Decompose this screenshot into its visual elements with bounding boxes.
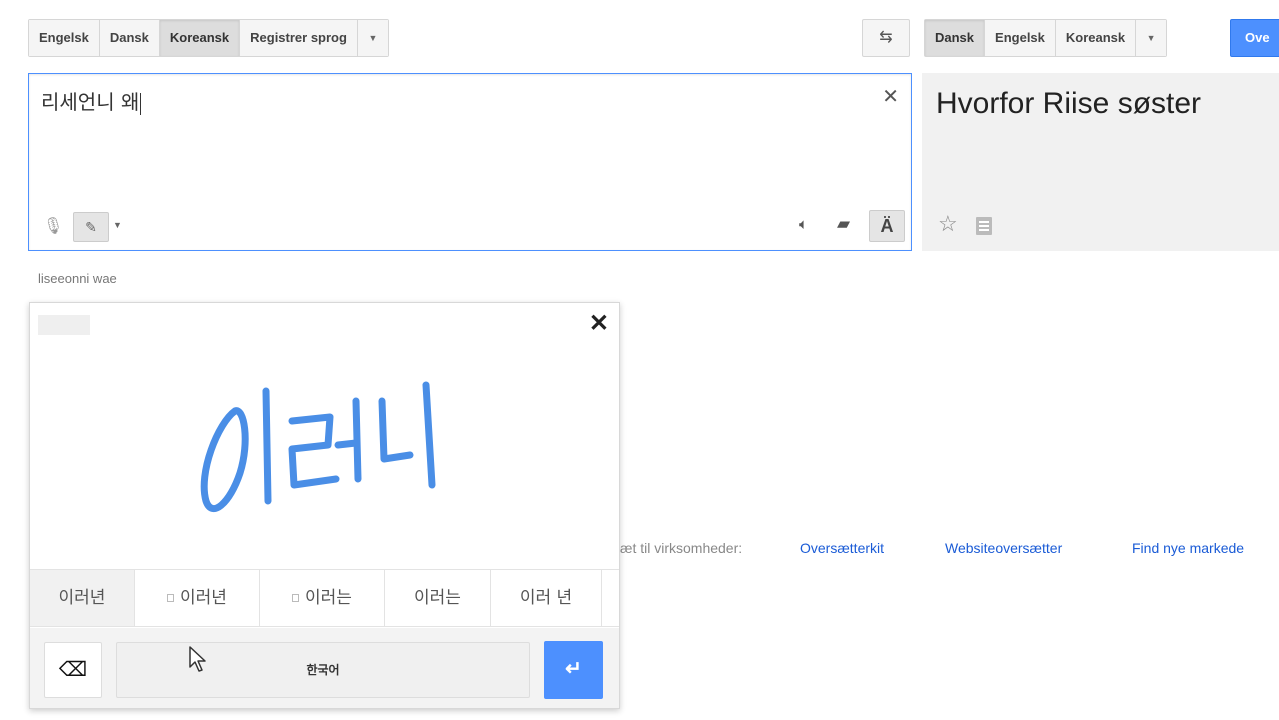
source-input-box[interactable]: 리세언니 왜 ✕ 🎙︎ ✎ ▼ 🔈︎ ▰ Ä	[28, 73, 912, 251]
target-language-bar: Dansk Engelsk Koreansk ▼	[924, 19, 1168, 57]
source-text[interactable]: 리세언니 왜	[41, 86, 141, 115]
handwriting-strokes	[200, 381, 436, 512]
candidate-1[interactable]: 이러년	[30, 570, 135, 626]
space-button[interactable]: 한국어	[116, 642, 530, 698]
drag-handle[interactable]	[38, 315, 90, 335]
candidate-bar: 이러년 이러년 이러는 이러는 이러 년	[30, 569, 619, 627]
source-lang-dropdown[interactable]: ▼	[357, 20, 388, 56]
candidate-5[interactable]: 이러 년	[491, 570, 602, 626]
candidate-2-label: 이러년	[180, 588, 227, 608]
candidate-4[interactable]: 이러는	[385, 570, 491, 626]
target-lang-dansk[interactable]: Dansk	[925, 20, 986, 56]
translate-button[interactable]: Ove	[1230, 19, 1279, 57]
source-language-bar: Engelsk Dansk Koreansk Registrer sprog ▼	[28, 19, 389, 57]
chevron-down-icon[interactable]: ▼	[113, 220, 122, 230]
link-websiteoversaetter[interactable]: Websiteoversætter	[945, 540, 1062, 556]
link-find-markeder[interactable]: Find nye markede	[1132, 540, 1244, 556]
target-lang-koreansk[interactable]: Koreansk	[1055, 20, 1137, 56]
result-text: Hvorfor Riise søster	[936, 87, 1202, 120]
close-icon[interactable]: ✕	[882, 84, 899, 109]
swap-languages-icon: ⇆	[879, 29, 893, 46]
transliteration: liseeonni wae	[38, 271, 117, 286]
chevron-down-icon: ▼	[368, 33, 378, 43]
box-icon	[292, 594, 300, 602]
source-lang-detect[interactable]: Registrer sprog	[240, 20, 358, 56]
comment-icon[interactable]: ▰	[837, 214, 850, 234]
candidate-3[interactable]: 이러는	[260, 570, 385, 626]
candidate-3-label: 이러는	[305, 588, 352, 608]
microphone-icon[interactable]: 🎙︎	[43, 216, 63, 236]
backspace-button[interactable]: ⌫	[44, 642, 102, 698]
backspace-icon: ⌫	[58, 659, 88, 681]
result-box: Hvorfor Riise søster ☆	[922, 73, 1279, 251]
swap-languages-button[interactable]: ⇆	[862, 19, 910, 57]
target-lang-dropdown[interactable]: ▼	[1136, 20, 1167, 56]
pencil-icon[interactable]: ✎	[73, 212, 109, 242]
source-lang-koreansk[interactable]: Koreansk	[159, 20, 241, 56]
business-links-prefix: æt til virksomheder:	[620, 540, 743, 556]
handwriting-panel: ✕ 이러년 이러년 이러는 이러는 이러 년 ⌫ 한국어 ↵	[29, 302, 620, 709]
keyboard-icon[interactable]: Ä	[869, 210, 905, 242]
enter-icon: ↵	[565, 658, 582, 680]
chevron-down-icon: ▼	[1146, 33, 1156, 43]
enter-button[interactable]: ↵	[544, 641, 603, 699]
candidate-2[interactable]: 이러년	[135, 570, 260, 626]
handwriting-canvas[interactable]	[30, 343, 620, 568]
star-icon[interactable]: ☆	[938, 211, 958, 237]
handwriting-controls: ⌫ 한국어 ↵	[30, 628, 619, 708]
document-icon[interactable]	[976, 217, 992, 235]
source-lang-engelsk[interactable]: Engelsk	[29, 20, 100, 56]
box-icon	[167, 594, 175, 602]
close-icon[interactable]: ✕	[589, 309, 609, 338]
mouse-cursor-icon	[189, 646, 206, 672]
link-oversaetterkit[interactable]: Oversætterkit	[800, 540, 884, 556]
speaker-icon[interactable]: 🔈︎	[799, 216, 808, 233]
target-lang-engelsk[interactable]: Engelsk	[985, 20, 1056, 56]
source-lang-dansk[interactable]: Dansk	[99, 20, 160, 56]
